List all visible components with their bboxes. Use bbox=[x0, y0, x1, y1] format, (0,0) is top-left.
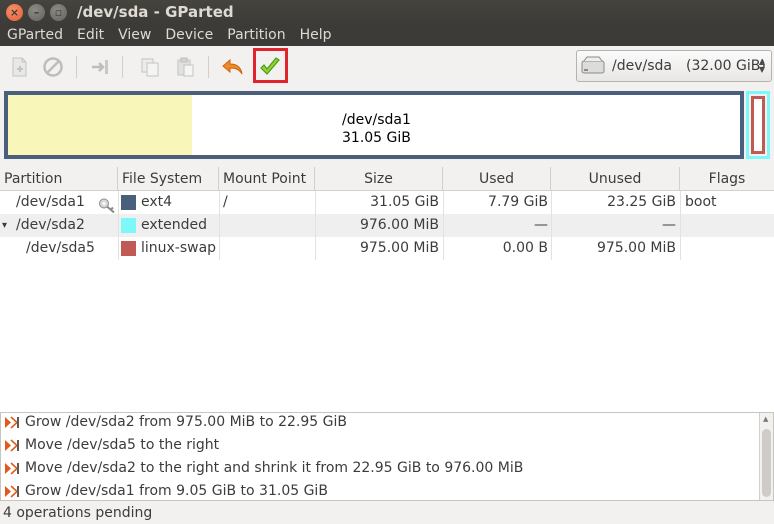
operation-text: Grow /dev/sda2 from 975.00 MiB to 22.95 … bbox=[25, 414, 347, 430]
partition-table: Partition File System Mount Point Size U… bbox=[0, 167, 774, 412]
operation-text: Move /dev/sda5 to the right bbox=[25, 437, 220, 453]
status-bar: 4 operations pending bbox=[3, 505, 153, 521]
cell-used: 7.79 GiB bbox=[488, 194, 548, 210]
menu-help[interactable]: Help bbox=[293, 27, 339, 43]
cell-size: 31.05 GiB bbox=[370, 194, 439, 210]
menu-edit[interactable]: Edit bbox=[70, 27, 111, 43]
cell-size: 976.00 MiB bbox=[359, 217, 439, 233]
new-partition-icon bbox=[12, 57, 27, 77]
column-flags[interactable]: Flags bbox=[680, 167, 774, 191]
resize-move-button[interactable] bbox=[84, 51, 116, 83]
window-title: /dev/sda - GParted bbox=[77, 3, 234, 21]
operations-scrollbar[interactable]: ▲ bbox=[759, 413, 773, 500]
delete-partition-button[interactable] bbox=[37, 51, 69, 83]
cell-unused: 975.00 MiB bbox=[596, 240, 676, 256]
operation-item[interactable]: Grow /dev/sda2 from 975.00 MiB to 22.95 … bbox=[1, 411, 759, 434]
cell-unused: 23.25 GiB bbox=[607, 194, 676, 210]
column-divider bbox=[680, 191, 681, 260]
resize-operation-icon bbox=[5, 439, 19, 452]
paste-icon bbox=[177, 57, 194, 77]
resize-operation-icon bbox=[5, 485, 19, 498]
table-row[interactable]: /dev/sda5 linux-swap 975.00 MiB 0.00 B 9… bbox=[0, 237, 774, 260]
diskmap-swap-partition[interactable] bbox=[751, 96, 765, 154]
fs-color-swatch bbox=[121, 195, 136, 210]
diskmap-used-space bbox=[8, 95, 192, 155]
cell-mount-point: / bbox=[223, 194, 228, 210]
resize-move-icon bbox=[92, 60, 108, 74]
column-mount-point[interactable]: Mount Point bbox=[219, 167, 315, 191]
fs-color-swatch bbox=[121, 241, 136, 256]
title-bar: × – ▫ /dev/sda - GParted bbox=[0, 0, 774, 24]
menu-view[interactable]: View bbox=[111, 27, 158, 43]
scrollbar-thumb[interactable] bbox=[762, 429, 771, 497]
close-window-icon[interactable]: × bbox=[6, 3, 23, 21]
toolbar: /dev/sda (32.00 GiB) ▲ ▼ bbox=[0, 46, 774, 88]
resize-operation-icon bbox=[5, 462, 19, 475]
column-file-system[interactable]: File System bbox=[118, 167, 219, 191]
toolbar-separator bbox=[76, 56, 77, 78]
cell-file-system: linux-swap bbox=[141, 240, 217, 256]
cell-file-system: ext4 bbox=[141, 194, 173, 210]
column-divider bbox=[551, 191, 552, 260]
fs-color-swatch bbox=[121, 218, 136, 233]
table-row[interactable]: ▾ /dev/sda2 extended 976.00 MiB — — bbox=[0, 214, 774, 237]
diskmap-partition-label: /dev/sda1 31.05 GiB bbox=[342, 111, 411, 147]
column-used[interactable]: Used bbox=[443, 167, 551, 191]
column-divider bbox=[118, 191, 119, 260]
hard-disk-icon bbox=[581, 56, 605, 74]
cell-file-system: extended bbox=[141, 217, 208, 233]
column-partition[interactable]: Partition bbox=[0, 167, 118, 191]
device-name: /dev/sda bbox=[612, 58, 672, 74]
device-selector[interactable]: /dev/sda (32.00 GiB) ▲ ▼ bbox=[576, 50, 772, 82]
menu-bar: GParted Edit View Device Partition Help bbox=[0, 24, 774, 46]
delete-icon bbox=[43, 57, 63, 77]
operation-text: Grow /dev/sda1 from 9.05 GiB to 31.05 Gi… bbox=[25, 483, 328, 499]
new-partition-button[interactable] bbox=[3, 51, 35, 83]
diskmap-partition-size: 31.05 GiB bbox=[342, 130, 411, 146]
toolbar-separator bbox=[122, 56, 123, 78]
maximize-window-icon[interactable]: ▫ bbox=[50, 3, 67, 21]
table-row[interactable]: /dev/sda1 ext4 / 31.05 GiB 7.79 GiB 23.2… bbox=[0, 191, 774, 214]
diskmap-partition-name: /dev/sda1 bbox=[342, 112, 411, 128]
cell-used: 0.00 B bbox=[502, 240, 548, 256]
menu-gparted[interactable]: GParted bbox=[0, 27, 70, 43]
cell-size: 975.00 MiB bbox=[359, 240, 439, 256]
column-unused[interactable]: Unused bbox=[551, 167, 680, 191]
cell-flags: boot bbox=[685, 194, 717, 210]
operation-text: Move /dev/sda2 to the right and shrink i… bbox=[25, 460, 524, 476]
cell-partition: /dev/sda2 bbox=[16, 217, 85, 233]
cell-used: — bbox=[534, 217, 548, 233]
checkmark-icon bbox=[260, 57, 280, 75]
disk-map: /dev/sda1 31.05 GiB bbox=[0, 88, 774, 164]
copy-button[interactable] bbox=[134, 51, 166, 83]
table-header: Partition File System Mount Point Size U… bbox=[0, 167, 774, 191]
column-divider bbox=[443, 191, 444, 260]
column-divider bbox=[315, 191, 316, 260]
scroll-up-icon[interactable]: ▲ bbox=[763, 415, 768, 423]
expander-icon[interactable]: ▾ bbox=[2, 214, 7, 237]
cell-unused: — bbox=[662, 217, 676, 233]
operation-item[interactable]: Move /dev/sda5 to the right bbox=[1, 434, 759, 457]
column-size[interactable]: Size bbox=[315, 167, 443, 191]
resize-operation-icon bbox=[5, 416, 19, 429]
apply-button[interactable] bbox=[254, 51, 286, 83]
menu-device[interactable]: Device bbox=[158, 27, 220, 43]
diskmap-extended-partition[interactable] bbox=[746, 91, 770, 159]
copy-icon bbox=[141, 58, 159, 77]
toolbar-separator bbox=[208, 56, 209, 78]
operation-item[interactable]: Move /dev/sda2 to the right and shrink i… bbox=[1, 457, 759, 480]
paste-button[interactable] bbox=[169, 51, 201, 83]
pending-operations-list: Grow /dev/sda2 from 975.00 MiB to 22.95 … bbox=[0, 412, 774, 501]
combo-arrows-icon: ▲ ▼ bbox=[758, 57, 765, 74]
device-size: (32.00 GiB) bbox=[685, 58, 766, 74]
diskmap-partition-sda1[interactable]: /dev/sda1 31.05 GiB bbox=[4, 91, 744, 159]
minimize-window-icon[interactable]: – bbox=[28, 3, 45, 21]
undo-icon bbox=[222, 58, 243, 75]
cell-partition: /dev/sda5 bbox=[26, 240, 95, 256]
undo-button[interactable] bbox=[217, 51, 249, 83]
cell-partition: /dev/sda1 bbox=[16, 194, 85, 210]
operation-item[interactable]: Grow /dev/sda1 from 9.05 GiB to 31.05 Gi… bbox=[1, 480, 759, 503]
menu-partition[interactable]: Partition bbox=[220, 27, 292, 43]
column-divider bbox=[219, 191, 220, 260]
